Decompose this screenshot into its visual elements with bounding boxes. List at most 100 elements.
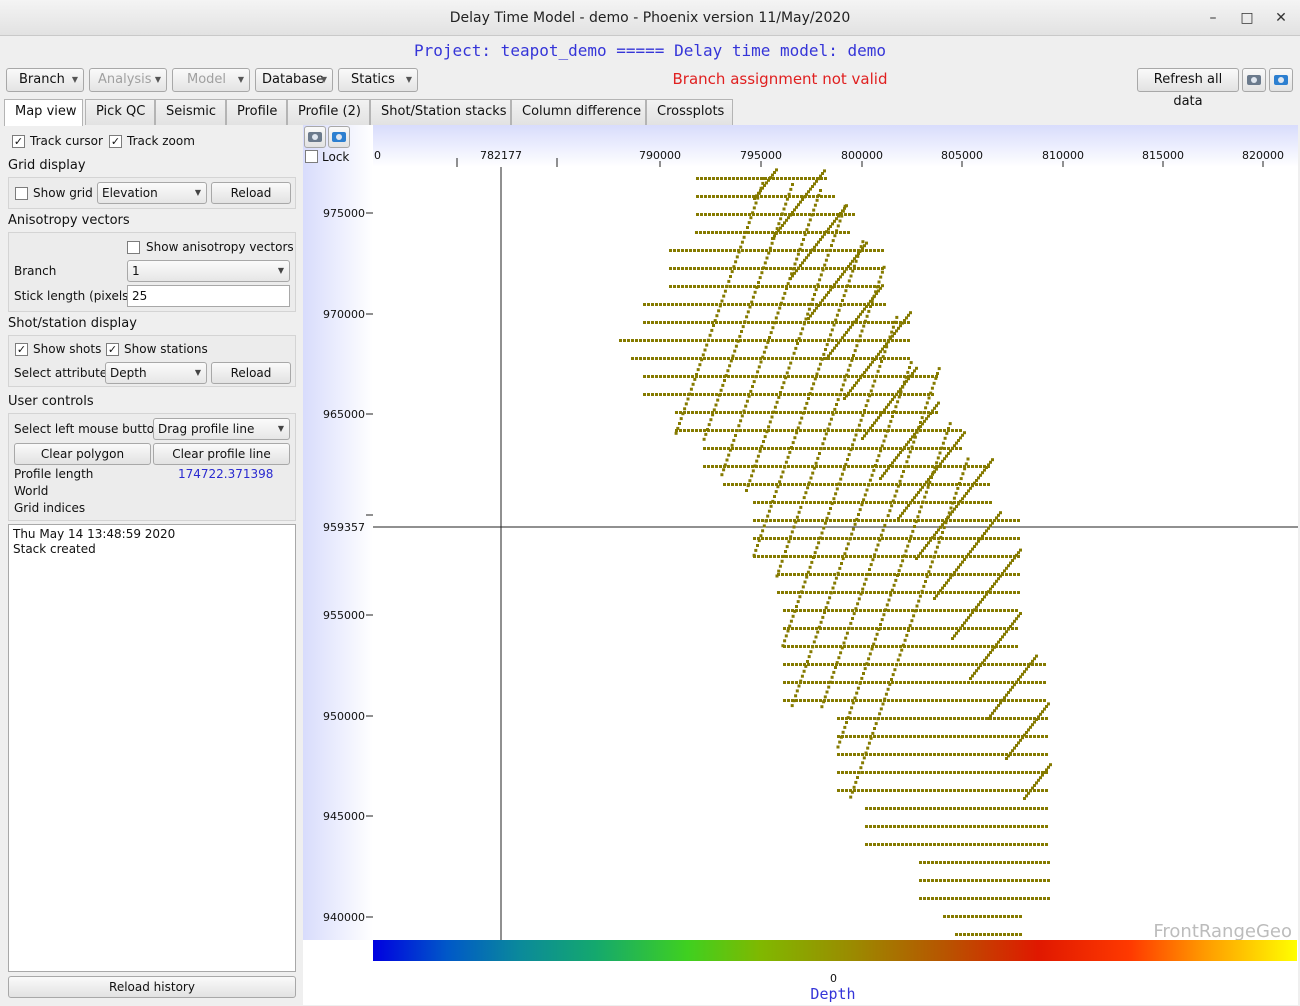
station-point	[835, 375, 838, 378]
model-menu-button[interactable]: Model ▼	[172, 68, 250, 92]
station-point	[921, 735, 924, 738]
tab-profile-2[interactable]: Profile (2)	[287, 99, 370, 125]
stick-length-label: Stick length (pixels)	[14, 289, 134, 303]
station-point	[837, 771, 840, 774]
station-point	[784, 213, 787, 216]
tab-pick-qc[interactable]: Pick QC	[85, 99, 155, 125]
shot-point	[849, 389, 852, 393]
tab-column-difference[interactable]: Column difference	[511, 99, 646, 125]
station-point	[696, 177, 699, 180]
shot-point	[993, 645, 996, 649]
station-point	[853, 717, 856, 720]
station-point	[915, 627, 918, 630]
show-anisotropy-checkbox[interactable]	[127, 241, 140, 254]
station-point	[744, 177, 747, 180]
station-point	[1005, 771, 1008, 774]
shot-point	[714, 403, 718, 407]
analysis-menu-button[interactable]: Analysis ▼	[89, 68, 167, 92]
mouse-button-select[interactable]: Drag profile line ▼	[153, 418, 290, 440]
database-menu-button[interactable]: Database ▼	[255, 68, 333, 92]
track-cursor-checkbox[interactable]: ✓	[12, 135, 25, 148]
station-point	[861, 789, 864, 792]
tab-profile[interactable]: Profile	[226, 99, 287, 125]
shot-point	[843, 397, 846, 400]
station-point	[751, 321, 754, 324]
shot-point	[913, 496, 916, 500]
station-point	[877, 555, 880, 558]
shot-point	[1023, 670, 1026, 674]
map-view[interactable]: Lock 0 790000 795000 800000 805000 810000 8150…	[303, 125, 1298, 1005]
stick-length-input[interactable]: 25	[127, 285, 290, 307]
track-zoom-checkbox[interactable]: ✓	[109, 135, 122, 148]
station-point	[947, 861, 950, 864]
station-point	[935, 699, 938, 702]
station-point	[845, 249, 848, 252]
station-point	[825, 573, 828, 576]
close-icon[interactable]: ✕	[1266, 0, 1296, 36]
shot-point	[769, 176, 772, 180]
tab-crossplots[interactable]: Crossplots	[646, 99, 733, 125]
tab-map-view[interactable]: Map view	[4, 99, 83, 126]
show-stations-checkbox[interactable]: ✓	[106, 343, 119, 356]
shot-point	[797, 510, 801, 514]
show-shots-checkbox[interactable]: ✓	[15, 343, 28, 356]
tab-shot-station-stacks[interactable]: Shot/Station stacks	[370, 99, 511, 125]
station-point	[889, 501, 892, 504]
station-point	[873, 519, 876, 522]
minimize-icon[interactable]: –	[1198, 0, 1228, 36]
station-point	[837, 555, 840, 558]
station-point	[683, 303, 686, 306]
station-point	[979, 861, 982, 864]
shot-point	[965, 555, 968, 559]
station-point	[747, 375, 750, 378]
station-point	[921, 771, 924, 774]
station-point	[727, 465, 730, 468]
branch-menu-button[interactable]: Branch ▼	[6, 68, 84, 92]
station-point	[755, 429, 758, 432]
station-point	[735, 447, 738, 450]
attribute-select[interactable]: Depth ▼	[105, 362, 207, 384]
station-point	[879, 663, 882, 666]
shot-point	[940, 446, 944, 450]
clear-profile-line-button[interactable]: Clear profile line	[153, 443, 290, 465]
shot-point	[754, 375, 758, 379]
station-point	[925, 537, 928, 540]
station-point	[1007, 897, 1010, 900]
station-point	[811, 681, 814, 684]
shot-point	[722, 468, 726, 472]
reload-history-button[interactable]: Reload history	[8, 976, 296, 998]
station-point	[889, 789, 892, 792]
station-point	[847, 699, 850, 702]
shot-point	[930, 386, 934, 390]
grid-reload-button[interactable]: Reload	[211, 182, 291, 204]
frontrangegeo-watermark: FrontRangeGeo	[1153, 921, 1292, 942]
clear-polygon-button[interactable]: Clear polygon	[14, 443, 151, 465]
shot-point	[847, 626, 851, 630]
maximize-icon[interactable]: □	[1232, 0, 1262, 36]
shot-point	[828, 680, 832, 684]
station-point	[881, 555, 884, 558]
shot-point	[917, 427, 920, 431]
station-point	[735, 231, 738, 234]
shot-station-plot[interactable]	[373, 167, 1298, 940]
shot-point	[822, 352, 826, 356]
show-grid-checkbox[interactable]	[15, 187, 28, 200]
station-point	[869, 249, 872, 252]
grid-attribute-select[interactable]: Elevation ▼	[97, 182, 207, 204]
shot-point	[775, 574, 779, 578]
camera-gray-icon[interactable]	[1242, 68, 1266, 92]
shot-point	[943, 584, 946, 587]
station-point	[1009, 519, 1012, 522]
branch-select[interactable]: 1 ▼	[127, 260, 290, 282]
station-point	[1001, 753, 1004, 756]
camera-blue-icon[interactable]	[1269, 68, 1293, 92]
shot-point	[843, 378, 847, 382]
shot-point	[691, 382, 695, 386]
shot-point	[768, 420, 772, 424]
attribute-reload-button[interactable]: Reload	[211, 362, 291, 384]
station-point	[647, 303, 650, 306]
tab-seismic[interactable]: Seismic	[155, 99, 226, 125]
station-point	[735, 483, 738, 486]
refresh-all-data-button[interactable]: Refresh all data	[1137, 68, 1239, 109]
statics-menu-button[interactable]: Statics ▼	[338, 68, 418, 92]
